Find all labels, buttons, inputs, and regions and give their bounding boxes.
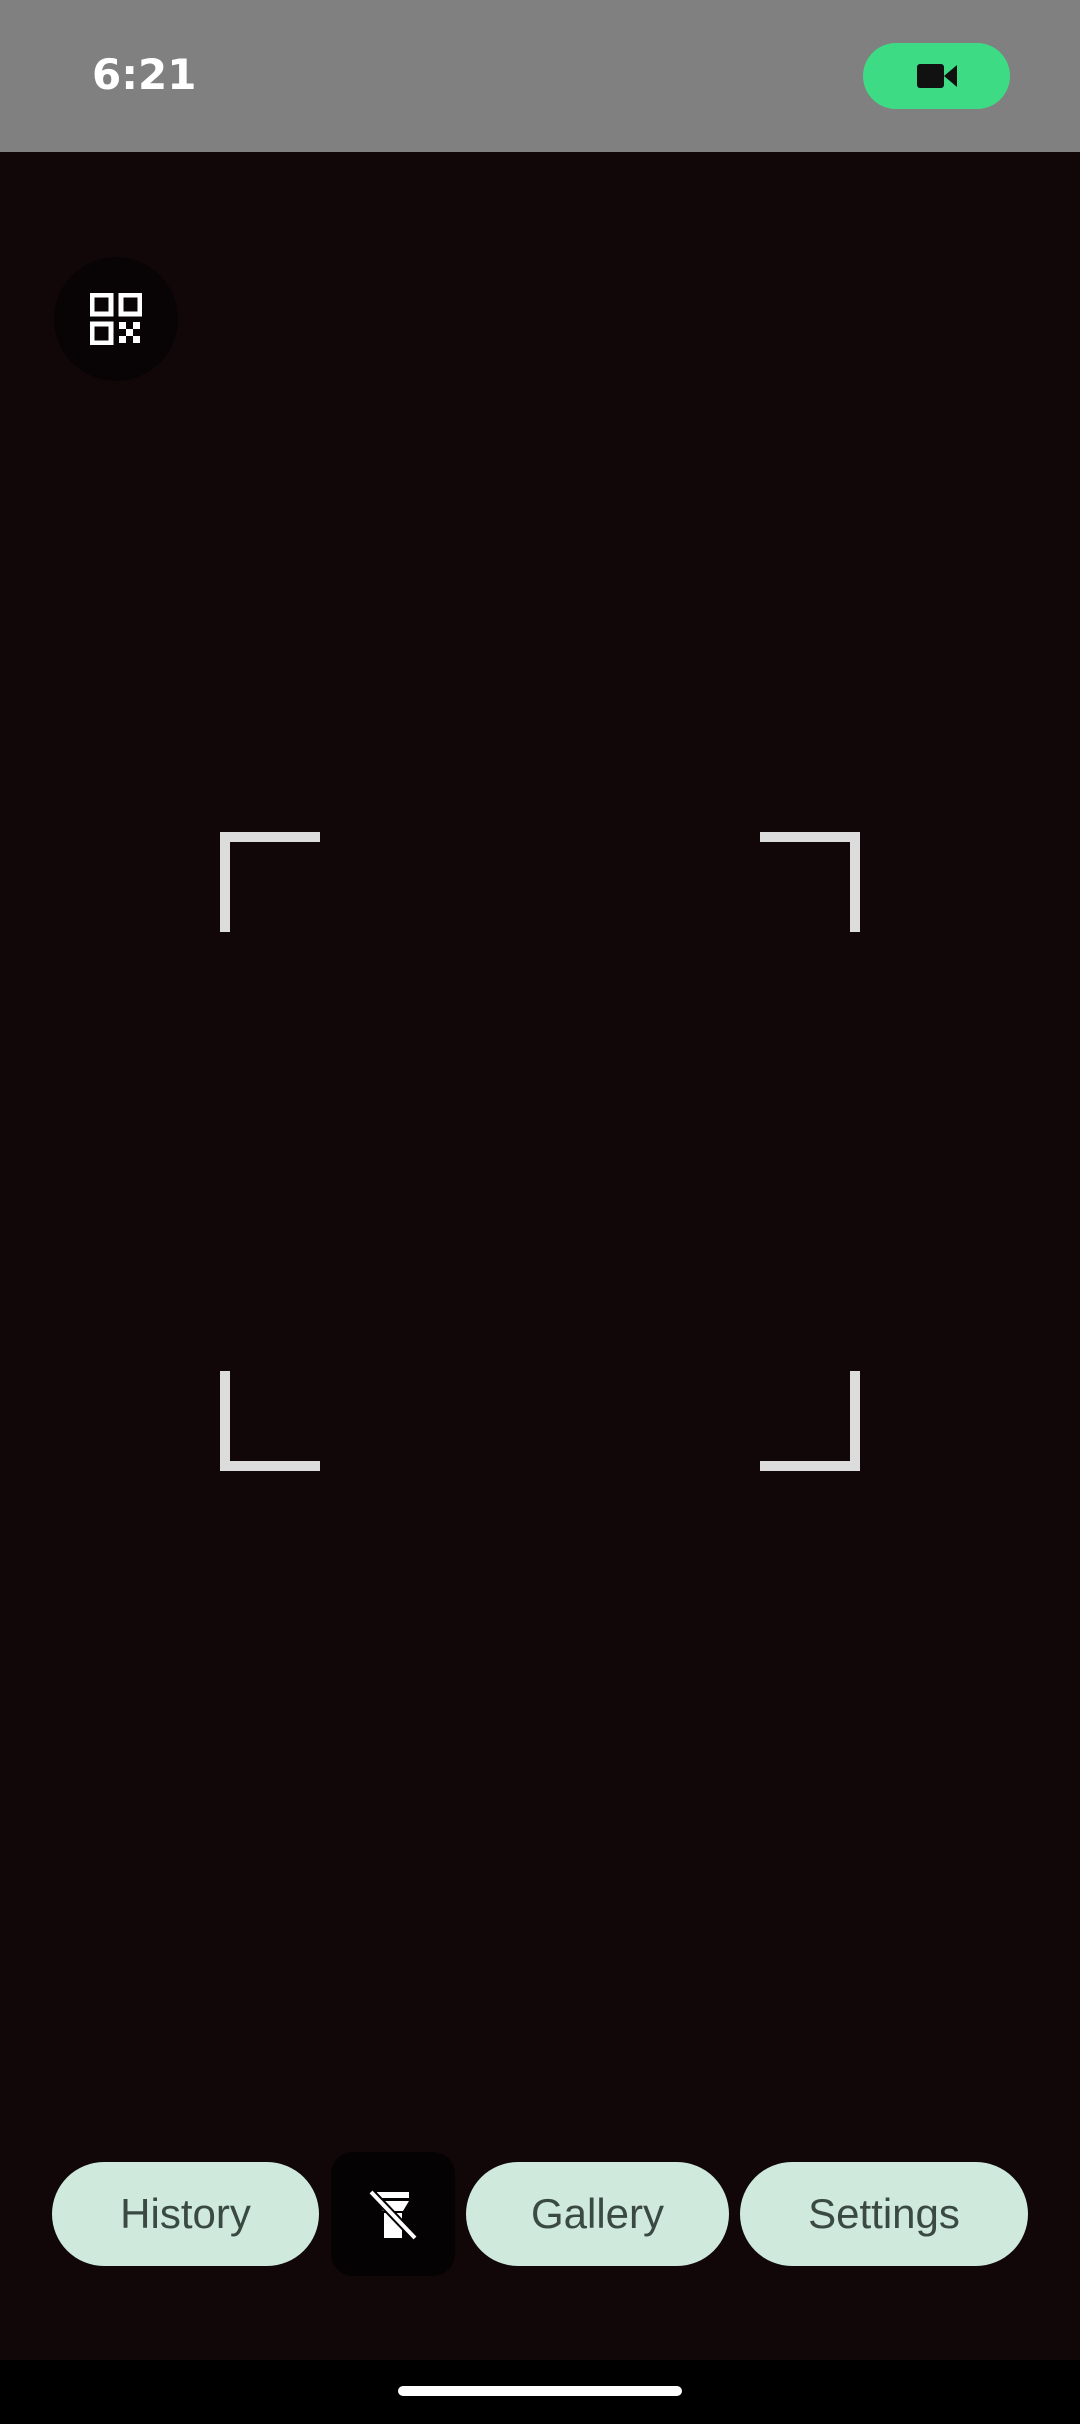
flashlight-off-icon: [368, 2189, 418, 2241]
scan-frame-corner-bottom-left: [220, 1371, 320, 1471]
scan-mode-button[interactable]: [54, 257, 178, 381]
video-camera-icon: [916, 64, 957, 88]
flashlight-toggle-button[interactable]: [331, 2152, 455, 2276]
qr-scanner-screen: 6:21 History Gallery Settings: [0, 0, 1080, 2424]
gallery-button[interactable]: Gallery: [466, 2162, 729, 2266]
history-button[interactable]: History: [52, 2162, 319, 2266]
home-gesture-handle[interactable]: [398, 2386, 682, 2396]
status-bar: 6:21: [0, 0, 1080, 152]
scan-frame-corner-bottom-right: [760, 1371, 860, 1471]
screen-recording-indicator[interactable]: [863, 43, 1010, 109]
camera-preview[interactable]: [0, 152, 1080, 2360]
scan-frame-corner-top-right: [760, 832, 860, 932]
scan-frame-corner-top-left: [220, 832, 320, 932]
qr-code-icon: [90, 293, 142, 345]
settings-button[interactable]: Settings: [740, 2162, 1028, 2266]
status-time: 6:21: [92, 50, 197, 99]
